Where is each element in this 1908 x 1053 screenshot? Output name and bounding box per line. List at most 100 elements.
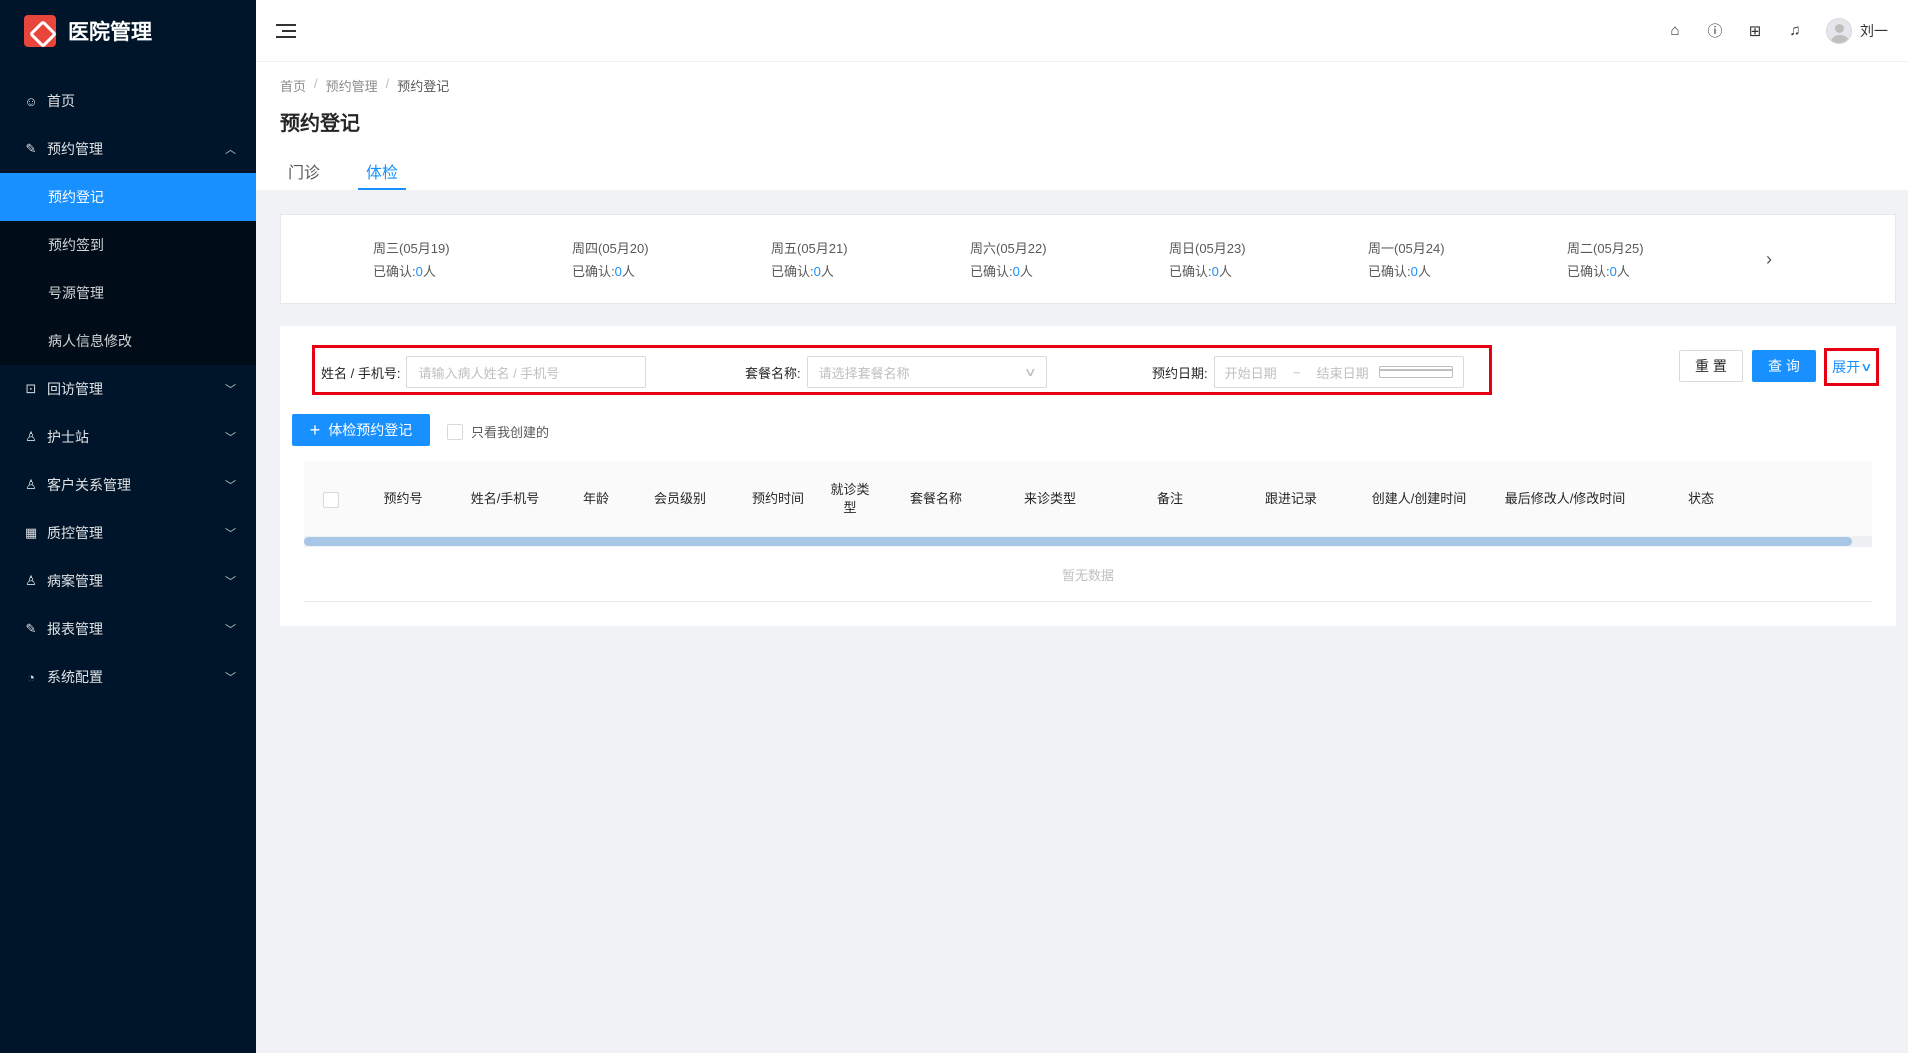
username: 刘一 [1860, 22, 1888, 39]
calendar-icon [1378, 366, 1453, 378]
chevron-down-icon: ∨ [1860, 360, 1873, 374]
chevron-down-icon: ﹀ [225, 432, 236, 444]
breadcrumb-home[interactable]: 首页 [280, 76, 306, 95]
appointment-submenu: 预约登记 预约签到 号源管理 病人信息修改 [0, 173, 256, 365]
sidebar-item-followup[interactable]: ⊡ 回访管理 ﹀ [0, 365, 256, 413]
date-range-picker[interactable]: 开始日期 ~ 结束日期 [1213, 356, 1464, 388]
tab-physical-exam[interactable]: 体检 [358, 154, 407, 190]
tab-outpatient[interactable]: 门诊 [280, 154, 328, 190]
user-icon: ♙ [25, 429, 37, 444]
apps-icon[interactable]: ⊞ [1746, 22, 1764, 40]
chevron-down-icon: ﹀ [225, 480, 236, 492]
page-title: 预约登记 [280, 113, 360, 135]
scrollbar-thumb[interactable] [304, 537, 1852, 546]
column-header: 备注 [1156, 491, 1183, 506]
help-icon[interactable]: ⓘ [1706, 22, 1724, 40]
sidebar: 医院管理 ☺ 首页 ✎ 预约管理 ︿ 预约登记 预约签到 号源管理 病人信息修改… [0, 0, 256, 1053]
date-item[interactable]: 周五(05月21) 已确认:0人 [771, 238, 970, 280]
breadcrumb-separator: / [314, 76, 318, 91]
select-all-checkbox[interactable] [323, 491, 339, 508]
package-field: 套餐名称: 请选择套餐名称 ∨ [745, 356, 1047, 388]
sidebar-menu: ☺ 首页 ✎ 预约管理 ︿ 预约登记 预约签到 号源管理 病人信息修改 ⊡ 回访… [0, 77, 256, 701]
sidebar-item-home[interactable]: ☺ 首页 [0, 77, 256, 125]
column-header: 预约号 [383, 491, 423, 506]
date-item[interactable]: 周三(05月19) 已确认:0人 [373, 238, 572, 280]
package-select[interactable]: 请选择套餐名称 ∨ [806, 356, 1047, 388]
sidebar-item-system[interactable]: ◔ 系统配置 ﹀ [0, 653, 256, 701]
sidebar-item-quality[interactable]: ▦ 质控管理 ﹀ [0, 509, 256, 557]
header-actions: ⌂ ⓘ ⊞ ♫ 刘一 [1666, 17, 1888, 44]
only-mine-checkbox[interactable]: 只看我创建的 [447, 422, 549, 441]
sidebar-item-appointment-checkin[interactable]: 预约签到 [0, 221, 256, 269]
avatar [1826, 17, 1852, 44]
start-date-input[interactable]: 开始日期 [1215, 363, 1287, 382]
expand-toggle[interactable]: 展开 ∨ [1824, 348, 1879, 386]
sidebar-item-number-source[interactable]: 号源管理 [0, 269, 256, 317]
sidebar-item-appointment-register[interactable]: 预约登记 [0, 173, 256, 221]
chevron-down-icon: ﹀ [225, 576, 236, 588]
column-header: 会员级别 [653, 491, 706, 506]
home-icon[interactable]: ⌂ [1666, 22, 1684, 40]
chevron-up-icon: ︿ [225, 144, 236, 156]
checkbox[interactable] [447, 423, 463, 440]
main-card: 姓名 / 手机号: 请输入病人姓名 / 手机号 套餐名称: 请选择套餐名称 ∨ … [280, 326, 1896, 626]
column-header: 状态 [1687, 491, 1714, 506]
breadcrumb: 首页 / 预约管理 / 预约登记 [280, 76, 1884, 95]
app-title: 医院管理 [68, 21, 152, 44]
date-item[interactable]: 周二(05月25) 已确认:0人 [1567, 238, 1766, 280]
end-date-input[interactable]: 结束日期 [1307, 363, 1379, 382]
appointment-table: 预约号 姓名/手机号 年龄 会员级别 预约时间 就诊类型 套餐名称 来诊类型 备… [304, 462, 1872, 602]
user-icon: ♙ [25, 573, 37, 588]
breadcrumb-appointment[interactable]: 预约管理 [326, 76, 378, 95]
table-header: 预约号 姓名/手机号 年龄 会员级别 预约时间 就诊类型 套餐名称 来诊类型 备… [304, 462, 1872, 536]
package-label: 套餐名称: [745, 365, 801, 381]
query-button[interactable]: 查 询 [1752, 350, 1816, 382]
page-header: 首页 / 预约管理 / 预约登记 预约登记 门诊 体检 [256, 62, 1908, 190]
column-header: 预约时间 [751, 491, 804, 506]
reset-button[interactable]: 重 置 [1679, 350, 1743, 382]
chevron-down-icon: ﹀ [225, 672, 236, 684]
sidebar-item-patient-info-edit[interactable]: 病人信息修改 [0, 317, 256, 365]
chevron-down-icon: ∨ [1023, 365, 1037, 379]
add-exam-appointment-button[interactable]: + 体检预约登记 [292, 414, 430, 446]
appointment-date-label: 预约日期: [1152, 365, 1208, 381]
name-phone-input[interactable]: 请输入病人姓名 / 手机号 [406, 356, 647, 388]
date-item[interactable]: 周一(05月24) 已确认:0人 [1368, 238, 1567, 280]
name-phone-field: 姓名 / 手机号: 请输入病人姓名 / 手机号 [321, 356, 647, 388]
sidebar-item-crm[interactable]: ♙ 客户关系管理 ﹀ [0, 461, 256, 509]
date-item[interactable]: 周日(05月23) 已确认:0人 [1169, 238, 1368, 280]
app-logo[interactable]: 医院管理 [0, 0, 256, 62]
edit-icon: ✎ [25, 621, 37, 636]
menu-fold-icon[interactable] [276, 21, 296, 41]
chevron-right-icon[interactable]: › [1766, 249, 1772, 270]
breadcrumb-current: 预约登记 [397, 79, 450, 94]
column-header: 套餐名称 [909, 491, 962, 506]
column-header: 跟进记录 [1264, 491, 1317, 506]
name-phone-label: 姓名 / 手机号: [321, 365, 401, 381]
horizontal-scrollbar[interactable] [304, 536, 1872, 547]
column-header: 就诊类型 [830, 482, 870, 515]
column-header: 最后修改人/修改时间 [1504, 491, 1626, 506]
sidebar-item-nurse-station[interactable]: ♙ 护士站 ﹀ [0, 413, 256, 461]
select-all-cell [304, 490, 358, 508]
date-item[interactable]: 周四(05月20) 已确认:0人 [572, 238, 771, 280]
table-icon: ▦ [24, 525, 38, 540]
date-selector: 周三(05月19) 已确认:0人 周四(05月20) 已确认:0人 周五(05月… [280, 214, 1896, 304]
range-separator: ~ [1292, 364, 1301, 380]
empty-state: 暂无数据 [304, 547, 1872, 602]
hospital-logo-icon [24, 15, 56, 47]
column-header: 姓名/手机号 [470, 491, 540, 506]
sidebar-item-appointment[interactable]: ✎ 预约管理 ︿ [0, 125, 256, 173]
sidebar-item-records[interactable]: ♙ 病案管理 ﹀ [0, 557, 256, 605]
user-menu[interactable]: 刘一 [1826, 17, 1888, 44]
column-header: 来诊类型 [1023, 491, 1076, 506]
edit-icon: ✎ [25, 141, 37, 156]
date-item[interactable]: 周六(05月22) 已确认:0人 [970, 238, 1169, 280]
bell-icon[interactable]: ♫ [1786, 22, 1804, 40]
plus-icon: + [309, 420, 321, 440]
column-header: 创建人/创建时间 [1371, 491, 1467, 506]
chevron-down-icon: ﹀ [225, 384, 236, 396]
tabs: 门诊 体检 [280, 154, 407, 190]
sidebar-item-reports[interactable]: ✎ 报表管理 ﹀ [0, 605, 256, 653]
chevron-down-icon: ﹀ [225, 624, 236, 636]
